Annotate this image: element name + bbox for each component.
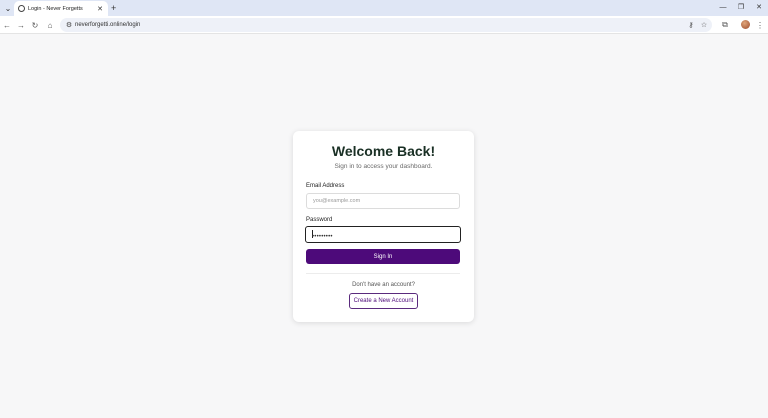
home-icon[interactable]: ⌂: [44, 19, 56, 31]
login-card: Welcome Back! Sign in to access your das…: [293, 131, 474, 322]
email-field[interactable]: [306, 193, 460, 209]
restore-button[interactable]: ❐: [734, 2, 748, 14]
password-value: •••••••••: [312, 234, 333, 240]
divider: [306, 273, 460, 274]
page-title: Welcome Back!: [331, 143, 436, 159]
extensions-icon[interactable]: ⧉: [719, 19, 731, 31]
bookmark-star-icon[interactable]: ☆: [699, 20, 709, 30]
address-bar[interactable]: ⚙ neverforgetti.online/login ⚷ ☆: [60, 18, 712, 32]
browser-toolbar: ← → ↻ ⌂ ⚙ neverforgetti.online/login ⚷ ☆…: [0, 16, 768, 34]
minimize-button[interactable]: —: [716, 2, 730, 14]
new-tab-button[interactable]: +: [111, 2, 116, 14]
page-subtitle: Sign in to access your dashboard.: [334, 163, 433, 170]
password-label: Password: [306, 217, 333, 223]
site-info-icon[interactable]: ⚙: [64, 20, 74, 30]
browser-tab[interactable]: Login - Never Forgetts ✕: [14, 1, 108, 16]
globe-icon: [18, 5, 25, 12]
no-account-text: Don't have an account?: [352, 282, 415, 288]
email-label: Email Address: [306, 183, 345, 189]
menu-icon[interactable]: ⋮: [754, 19, 766, 31]
sign-in-button[interactable]: Sign In: [306, 249, 460, 264]
password-key-icon[interactable]: ⚷: [686, 20, 696, 30]
tab-title: Login - Never Forgetts: [28, 5, 83, 12]
profile-avatar[interactable]: [741, 20, 750, 29]
forward-icon[interactable]: →: [15, 19, 27, 31]
tab-strip: ⌄ Login - Never Forgetts ✕ + — ❐ ✕: [0, 0, 768, 16]
reload-icon[interactable]: ↻: [29, 19, 41, 31]
create-account-button[interactable]: Create a New Account: [349, 293, 418, 309]
back-icon[interactable]: ←: [1, 19, 13, 31]
url-text[interactable]: neverforgetti.online/login: [75, 20, 140, 30]
close-window-button[interactable]: ✕: [752, 2, 766, 14]
tab-search-icon[interactable]: ⌄: [2, 2, 14, 14]
tab-close-icon[interactable]: ✕: [96, 5, 104, 13]
